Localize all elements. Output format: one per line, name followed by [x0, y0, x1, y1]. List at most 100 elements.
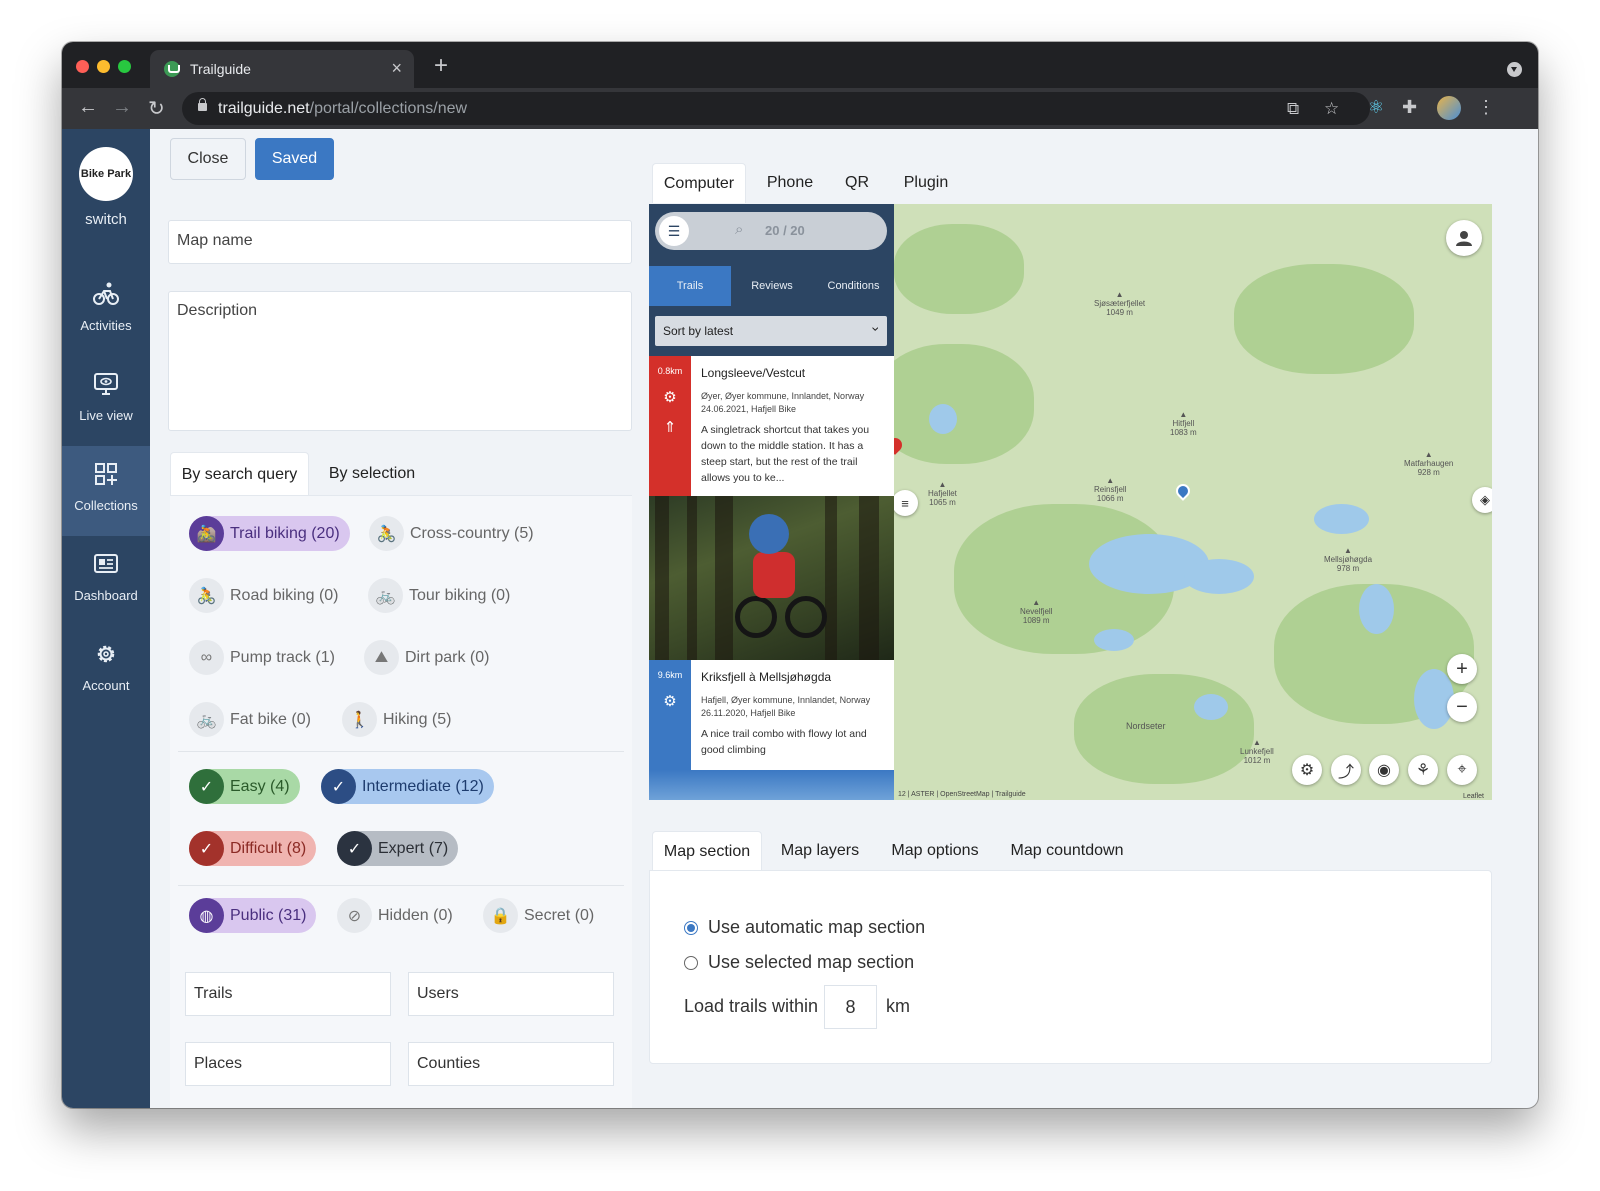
tab-conditions[interactable]: Conditions [813, 266, 894, 306]
user-location-icon[interactable] [1446, 220, 1482, 256]
trails-input[interactable]: Trails [185, 972, 391, 1016]
forward-icon[interactable]: → [112, 96, 132, 119]
gear-icon [62, 640, 150, 675]
list-toggle-icon[interactable]: ≡ [894, 490, 918, 516]
zoom-window-dot[interactable] [118, 60, 131, 73]
address-bar[interactable]: trailguide.net/portal/collections/new ⧉ … [182, 92, 1370, 125]
sidebar-item-collections[interactable]: Collections [62, 446, 150, 536]
tab-phone[interactable]: Phone [756, 163, 824, 203]
layers-icon[interactable]: ◈ [1472, 487, 1492, 513]
tab-reviews[interactable]: Reviews [731, 266, 813, 306]
automatic-section-label[interactable]: Use automatic map section [708, 917, 925, 938]
map-name-input[interactable]: Map name [168, 220, 632, 264]
close-window-dot[interactable] [76, 60, 89, 73]
map-pin-icon[interactable] [1173, 481, 1193, 501]
activity-chip-trail-biking[interactable]: 🚵 Trail biking (20) [189, 516, 350, 551]
selected-section-label[interactable]: Use selected map section [708, 952, 914, 973]
trail-location: Øyer, Øyer kommune, Innlandet, Norway [701, 391, 865, 401]
description-textarea[interactable]: Description [168, 291, 632, 431]
trail-bike-icon: ⚙ [663, 389, 677, 406]
eye-icon[interactable]: ◉ [1369, 755, 1399, 785]
new-tab-button[interactable]: + [434, 52, 448, 80]
sidebar-item-label: Activities [80, 318, 132, 333]
activity-chip-road-biking[interactable]: 🚴 Road biking (0) [189, 578, 349, 613]
activity-chip-cross-country[interactable]: 🚴 Cross-country (5) [369, 516, 544, 551]
browser-menu-icon[interactable]: ⋮ [1477, 97, 1495, 118]
trail-map[interactable]: ▲ Sjøsæterfjellet 1049 m ▲ Hitfjell 1083 m ▲… [894, 204, 1492, 800]
tab-qr[interactable]: QR [832, 163, 882, 203]
zoom-out-button[interactable]: − [1447, 692, 1477, 722]
trail-distance: 0.8km [657, 366, 683, 376]
tab-search-icon[interactable] [1507, 62, 1522, 77]
close-button[interactable]: Close [170, 138, 246, 180]
automatic-section-radio[interactable] [684, 921, 698, 935]
react-devtools-icon[interactable]: ⚛ [1368, 97, 1384, 118]
leaflet-credit[interactable]: Leaflet [1463, 793, 1484, 800]
close-tab-icon[interactable]: × [391, 58, 402, 79]
selected-section-radio[interactable] [684, 956, 698, 970]
share-icon[interactable]: ⤴ [1331, 755, 1361, 785]
tab-by-search-query[interactable]: By search query [170, 452, 309, 496]
trail-card[interactable]: 0.8km ⚙ ⇑ Longsleeve/Vestcut Øyer, Øyer … [649, 356, 894, 496]
tab-map-options[interactable]: Map options [880, 831, 990, 871]
sidebar-item-label: Account [82, 678, 130, 693]
difficulty-chip-difficult[interactable]: ✓ Difficult (8) [189, 831, 317, 866]
tab-plugin[interactable]: Plugin [892, 163, 960, 203]
tab-map-layers[interactable]: Map layers [770, 831, 870, 871]
bookmark-star-icon[interactable]: ☆ [1324, 99, 1339, 119]
reload-icon[interactable]: ↻ [148, 96, 165, 121]
load-radius-input[interactable]: 8 [824, 985, 877, 1029]
activity-chip-fat-bike[interactable]: 🚲 Fat bike (0) [189, 702, 321, 737]
trail-meta: 24.06.2021, Hafjell Bike [701, 404, 797, 414]
tab-map-section[interactable]: Map section [652, 831, 762, 871]
profile-avatar[interactable] [1437, 96, 1461, 120]
difficulty-chip-easy[interactable]: ✓ Easy (4) [189, 769, 300, 804]
sidebar-item-dashboard[interactable]: Dashboard [62, 536, 150, 626]
switch-link[interactable]: switch [62, 211, 150, 228]
menu-icon[interactable]: ☰ [659, 216, 689, 246]
trail-search-bar[interactable]: ☰ ⌕ 20 / 20 [655, 212, 887, 250]
trail-photo [649, 496, 894, 660]
extensions-puzzle-icon[interactable]: ✚ [1402, 97, 1417, 118]
cross-country-icon: 🚴 [369, 516, 404, 551]
locate-icon[interactable]: ⌖ [1447, 755, 1477, 785]
tab-computer[interactable]: Computer [652, 163, 746, 203]
activity-chip-dirt-park[interactable]: ⛰ Dirt park (0) [364, 640, 499, 675]
sort-select[interactable]: Sort by latest [655, 316, 887, 346]
activity-chip-tour-biking[interactable]: 🚲 Tour biking (0) [368, 578, 520, 613]
tab-by-selection[interactable]: By selection [322, 452, 422, 496]
map-label: Nordseter [1126, 721, 1166, 731]
users-input[interactable]: Users [408, 972, 614, 1016]
visibility-chip-public[interactable]: ◍ Public (31) [189, 898, 317, 933]
sidebar-item-activities[interactable]: Activities [62, 266, 150, 356]
difficulty-chip-expert[interactable]: ✓ Expert (7) [337, 831, 459, 866]
bike-icon[interactable]: ⚘ [1408, 755, 1438, 785]
trail-count: 20 / 20 [765, 223, 805, 238]
check-icon: ✓ [189, 831, 224, 866]
zoom-in-button[interactable]: + [1447, 654, 1477, 684]
pump-track-icon: ∞ [189, 640, 224, 675]
difficulty-chip-intermediate[interactable]: ✓ Intermediate (12) [321, 769, 494, 804]
trail-card[interactable]: 9.6km ⚙ Kriksfjell à Mellsjøhøgda Hafjel… [649, 660, 894, 770]
trail-description: A nice trail combo with flowy lot and go… [701, 728, 867, 756]
sidebar-item-live-view[interactable]: Live view [62, 356, 150, 446]
back-icon[interactable]: ← [78, 96, 98, 119]
settings-icon[interactable]: ⚙ [1292, 755, 1322, 785]
counties-input[interactable]: Counties [408, 1042, 614, 1086]
sidebar-item-account[interactable]: Account [62, 626, 150, 716]
minimize-window-dot[interactable] [97, 60, 110, 73]
open-in-app-icon[interactable]: ⧉ [1287, 99, 1299, 119]
places-input[interactable]: Places [185, 1042, 391, 1086]
browser-tab[interactable]: Trailguide × [150, 50, 414, 88]
saved-button[interactable]: Saved [255, 138, 334, 180]
grid-plus-icon [62, 460, 150, 495]
activity-chip-hiking[interactable]: 🚶 Hiking (5) [342, 702, 461, 737]
tab-trails[interactable]: Trails [649, 266, 731, 306]
visibility-chip-secret[interactable]: 🔒 Secret (0) [483, 898, 604, 933]
tab-map-countdown[interactable]: Map countdown [1000, 831, 1134, 871]
visibility-chip-hidden[interactable]: ⊘ Hidden (0) [337, 898, 463, 933]
browser-window: Trailguide × + ← → ↻ trailguide.net/port… [62, 42, 1538, 1108]
map-label: ▲ Hafjellet 1065 m [928, 480, 957, 507]
activity-chip-pump-track[interactable]: ∞ Pump track (1) [189, 640, 345, 675]
bike-park-logo[interactable]: Bike Park [79, 147, 133, 201]
